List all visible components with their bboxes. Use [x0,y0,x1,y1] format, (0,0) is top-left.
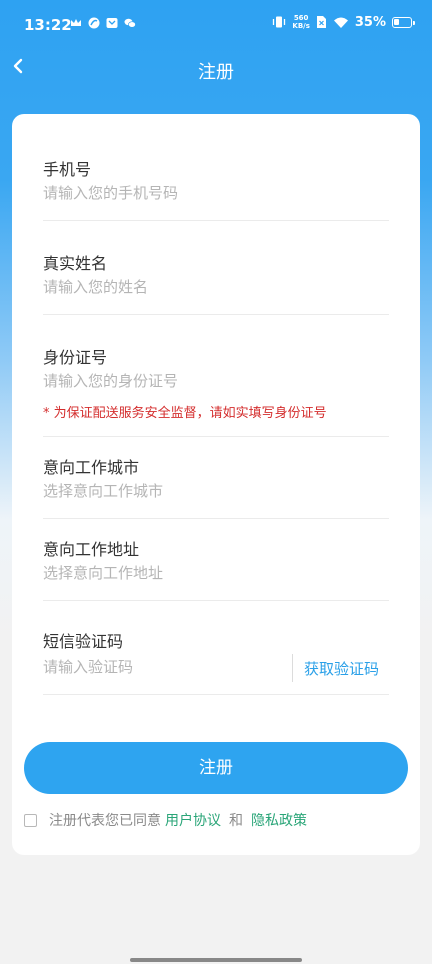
id-card-field: 身份证号 * 为保证配送服务安全监督，请如实填写身份证号 [43,340,389,437]
phone-label: 手机号 [43,160,92,179]
vibrate-icon [273,16,286,28]
sim-icon [316,16,326,28]
status-bar: 13:22 560 KB/s 35% [0,0,432,52]
id-card-input[interactable] [43,372,283,390]
name-field: 真实姓名 [43,246,389,315]
register-button[interactable]: 注册 [24,742,408,794]
crown-icon [71,19,81,26]
privacy-policy-link[interactable]: 隐私政策 [251,810,307,830]
name-label: 真实姓名 [43,254,108,273]
sms-code-field: 短信验证码 获取验证码 [43,624,389,695]
home-indicator[interactable] [130,958,302,962]
register-form-card: 手机号 真实姓名 身份证号 * 为保证配送服务安全监督，请如实填写身份证号 意向… [12,114,420,855]
battery-percent: 35% [354,14,386,30]
mail-app-icon [106,18,118,28]
status-time: 13:22 [24,16,72,34]
battery-icon [392,16,415,28]
city-label: 意向工作城市 [43,458,140,477]
id-card-warning: * 为保证配送服务安全监督，请如实填写身份证号 [43,406,327,421]
sms-code-label: 短信验证码 [43,632,124,651]
get-code-button[interactable]: 获取验证码 [304,658,379,679]
status-notification-icons [70,17,136,29]
agreement-row: 注册代表您已同意 用户协议 和 隐私政策 [24,810,307,830]
network-speed: 560 KB/s [292,14,309,30]
battery-level [394,18,399,25]
id-card-label: 身份证号 [43,348,108,367]
network-speed-unit: KB/s [292,22,310,30]
app-logo-icon [88,17,100,29]
address-label: 意向工作地址 [43,540,140,559]
city-field[interactable]: 意向工作城市 [43,450,389,519]
divider [292,654,293,682]
sms-code-input[interactable] [43,658,273,676]
nav-bar: 注册 [0,52,432,88]
address-field[interactable]: 意向工作地址 [43,532,389,601]
network-speed-value: 560 [293,14,309,22]
name-input[interactable] [43,278,283,296]
city-select[interactable] [43,482,283,500]
agreement-prefix: 注册代表您已同意 [49,813,161,829]
address-select[interactable] [43,564,283,582]
agree-checkbox[interactable] [24,813,37,827]
user-agreement-link[interactable]: 用户协议 [165,810,221,830]
wechat-icon [124,18,136,28]
phone-field: 手机号 [43,152,389,221]
status-right-group: 560 KB/s 35% [272,14,415,30]
agreement-and: 和 [229,813,243,829]
page-title: 注册 [198,62,234,83]
wifi-icon [333,17,348,28]
phone-input[interactable] [43,184,283,202]
